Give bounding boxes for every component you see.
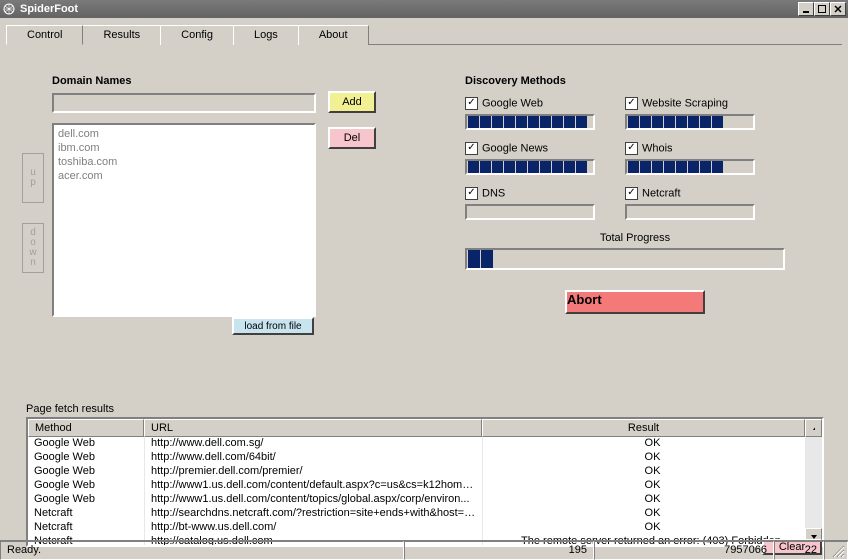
status-ready: Ready.: [0, 541, 404, 560]
load-from-file-button[interactable]: load from file: [232, 317, 314, 335]
cell-result: OK: [482, 437, 822, 451]
triangle-up-icon: [812, 425, 815, 431]
cell-url: http://www1.us.dell.com/content/default.…: [144, 479, 482, 493]
checkbox-whois[interactable]: ✓: [625, 142, 638, 155]
column-header-method[interactable]: Method: [28, 419, 144, 437]
add-button[interactable]: Add: [328, 91, 376, 113]
method-label: Netcraft: [642, 188, 681, 200]
list-item[interactable]: toshiba.com: [58, 155, 310, 169]
minimize-button[interactable]: [798, 2, 814, 16]
list-item[interactable]: dell.com: [58, 127, 310, 141]
move-up-button[interactable]: u p: [22, 153, 44, 203]
cell-method: Google Web: [28, 479, 144, 493]
method-netcraft: ✓ Netcraft: [625, 187, 785, 220]
progress-bar: [465, 204, 595, 220]
table-row[interactable]: Google Webhttp://www1.us.dell.com/conten…: [28, 479, 822, 493]
cell-url: http://searchdns.netcraft.com/?restricti…: [144, 507, 482, 521]
list-item[interactable]: acer.com: [58, 169, 310, 183]
cell-method: Netcraft: [28, 521, 144, 535]
status-value-3: 22: [774, 541, 824, 560]
scroll-up-button[interactable]: [805, 419, 822, 437]
status-value-2: 7957066: [594, 541, 774, 560]
table-row[interactable]: Google Webhttp://premier.dell.com/premie…: [28, 465, 822, 479]
checkbox-website-scraping[interactable]: ✓: [625, 97, 638, 110]
tab-config[interactable]: Config: [160, 25, 234, 45]
domain-input[interactable]: [58, 97, 310, 109]
method-label: Google Web: [482, 98, 543, 110]
tab-strip: Control Results Config Logs About: [6, 24, 842, 45]
titlebar: SpiderFoot: [0, 0, 848, 18]
vertical-scrollbar[interactable]: [805, 437, 822, 545]
method-label: DNS: [482, 188, 505, 200]
method-label: Google News: [482, 143, 548, 155]
checkbox-google-news[interactable]: ✓: [465, 142, 478, 155]
checkbox-dns[interactable]: ✓: [465, 187, 478, 200]
maximize-button[interactable]: [814, 2, 830, 16]
method-google-news: ✓ Google News: [465, 142, 625, 175]
domain-names-heading: Domain Names: [52, 75, 131, 87]
checkbox-netcraft[interactable]: ✓: [625, 187, 638, 200]
domain-list[interactable]: dell.com ibm.com toshiba.com acer.com: [52, 123, 316, 317]
cell-result: OK: [482, 493, 822, 507]
cell-method: Google Web: [28, 451, 144, 465]
abort-button[interactable]: Abort: [565, 290, 705, 314]
column-header-url[interactable]: URL: [144, 419, 482, 437]
method-google-web: ✓ Google Web: [465, 97, 625, 130]
total-progress-bar: [465, 248, 785, 270]
cell-url: http://bt-www.us.dell.com/: [144, 521, 482, 535]
method-dns: ✓ DNS: [465, 187, 625, 220]
cell-method: Google Web: [28, 493, 144, 507]
del-button[interactable]: Del: [328, 127, 376, 149]
cell-method: Netcraft: [28, 507, 144, 521]
table-row[interactable]: Google Webhttp://www1.us.dell.com/conten…: [28, 493, 822, 507]
progress-bar: [625, 114, 755, 130]
app-icon: [2, 2, 16, 16]
tab-control[interactable]: Control: [6, 25, 83, 45]
table-row[interactable]: Netcrafthttp://searchdns.netcraft.com/?r…: [28, 507, 822, 521]
progress-bar: [625, 204, 755, 220]
move-down-button[interactable]: d o w n: [22, 223, 44, 273]
discovery-methods-heading: Discovery Methods: [465, 75, 805, 87]
table-row[interactable]: Netcrafthttp://bt-www.us.dell.com/OK: [28, 521, 822, 535]
checkbox-google-web[interactable]: ✓: [465, 97, 478, 110]
progress-bar: [465, 159, 595, 175]
results-table: Method URL Result Google Webhttp://www.d…: [26, 417, 824, 547]
cell-url: http://www.dell.com/64bit/: [144, 451, 482, 465]
method-label: Website Scraping: [642, 98, 728, 110]
status-value-1: 195: [404, 541, 594, 560]
tab-about[interactable]: About: [298, 25, 369, 45]
table-row[interactable]: Google Webhttp://www.dell.com/64bit/OK: [28, 451, 822, 465]
list-item[interactable]: ibm.com: [58, 141, 310, 155]
column-header-result[interactable]: Result: [482, 419, 805, 437]
cell-method: Google Web: [28, 437, 144, 451]
method-website-scraping: ✓ Website Scraping: [625, 97, 785, 130]
cell-url: http://premier.dell.com/premier/: [144, 465, 482, 479]
close-button[interactable]: [830, 2, 846, 16]
tab-logs[interactable]: Logs: [233, 25, 299, 45]
resize-grip[interactable]: [824, 541, 848, 560]
progress-bar: [465, 114, 595, 130]
progress-bar: [625, 159, 755, 175]
cell-result: OK: [482, 507, 822, 521]
page-fetch-results-heading: Page fetch results: [26, 403, 824, 415]
cell-result: OK: [482, 521, 822, 535]
cell-result: OK: [482, 479, 822, 493]
cell-result: OK: [482, 465, 822, 479]
cell-method: Google Web: [28, 465, 144, 479]
method-label: Whois: [642, 143, 673, 155]
domain-input-wrap: [52, 93, 316, 113]
total-progress-label: Total Progress: [465, 232, 805, 244]
table-row[interactable]: Google Webhttp://www.dell.com.sg/OK: [28, 437, 822, 451]
method-whois: ✓ Whois: [625, 142, 785, 175]
cell-result: OK: [482, 451, 822, 465]
cell-url: http://www1.us.dell.com/content/topics/g…: [144, 493, 482, 507]
cell-url: http://www.dell.com.sg/: [144, 437, 482, 451]
tab-results[interactable]: Results: [82, 25, 161, 45]
window-title: SpiderFoot: [20, 3, 798, 15]
resize-grip-icon: [831, 544, 845, 558]
tab-content-control: Domain Names Add Del u p d o w n dell.co…: [0, 45, 848, 65]
status-bar: Ready. 195 7957066 22: [0, 540, 848, 560]
